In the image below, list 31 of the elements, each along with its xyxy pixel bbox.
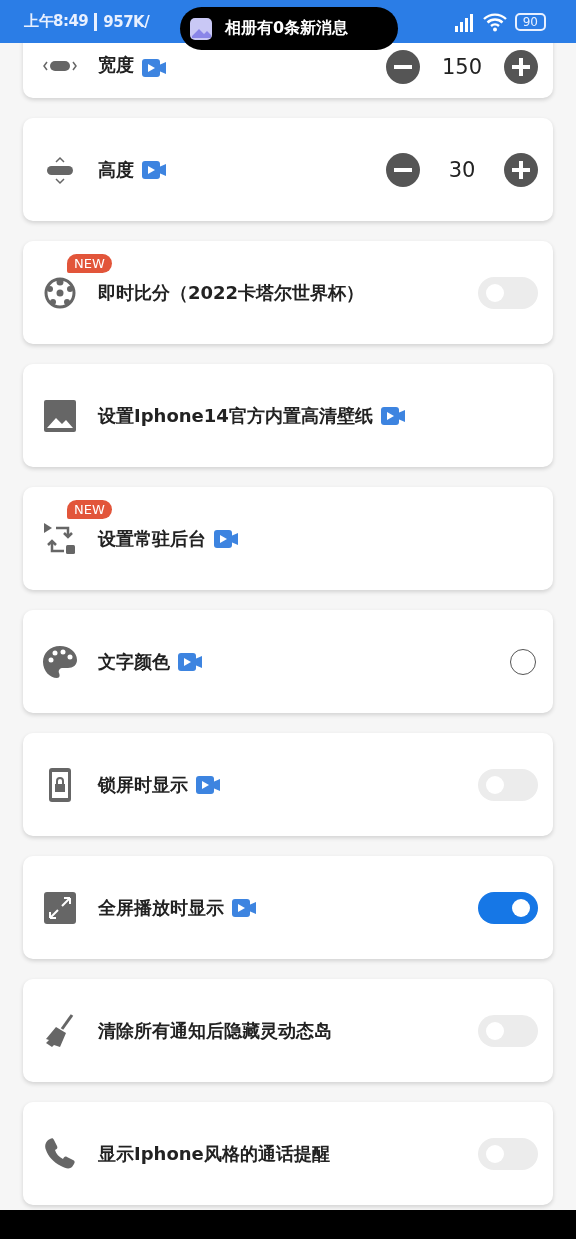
battery-icon: 90	[514, 12, 546, 31]
palette-icon	[42, 643, 78, 680]
setting-label: 清除所有通知后隐藏灵动态岛	[98, 1018, 332, 1043]
setting-label: 显示Iphone风格的通话提醒	[98, 1141, 330, 1166]
plus-button[interactable]	[504, 50, 538, 84]
stepper-value: 30	[447, 157, 477, 182]
setting-label: 锁屏时显示	[98, 772, 188, 797]
setting-label: 设置常驻后台	[98, 526, 206, 551]
setting-label: 宽度	[98, 53, 134, 77]
notification-pill[interactable]: 相册有0条新消息	[180, 7, 398, 50]
setting-label: 全屏播放时显示	[98, 895, 224, 920]
gallery-icon	[190, 17, 212, 40]
plus-button[interactable]	[504, 152, 538, 187]
stepper-value: 150	[440, 55, 484, 79]
setting-label: 高度	[98, 157, 134, 182]
image-icon	[42, 397, 78, 434]
new-badge: NEW	[67, 500, 112, 519]
setting-label: 设置Iphone14官方内置高清壁纸	[98, 403, 373, 428]
toggle-switch[interactable]	[478, 891, 538, 924]
minus-button[interactable]	[386, 152, 420, 187]
notification-text: 相册有0条新消息	[225, 18, 349, 39]
expand-icon	[42, 889, 78, 926]
width-icon	[42, 60, 78, 72]
network-speed: 957K/	[103, 12, 150, 31]
minus-button[interactable]	[386, 50, 420, 84]
swap-icon	[42, 520, 78, 557]
new-badge: NEW	[67, 254, 112, 273]
wifi-icon	[482, 11, 507, 32]
status-time: 上午8:49	[24, 12, 89, 31]
setting-label: 即时比分（2022卡塔尔世界杯）	[98, 280, 365, 305]
setting-label: 文字颜色	[98, 649, 170, 674]
